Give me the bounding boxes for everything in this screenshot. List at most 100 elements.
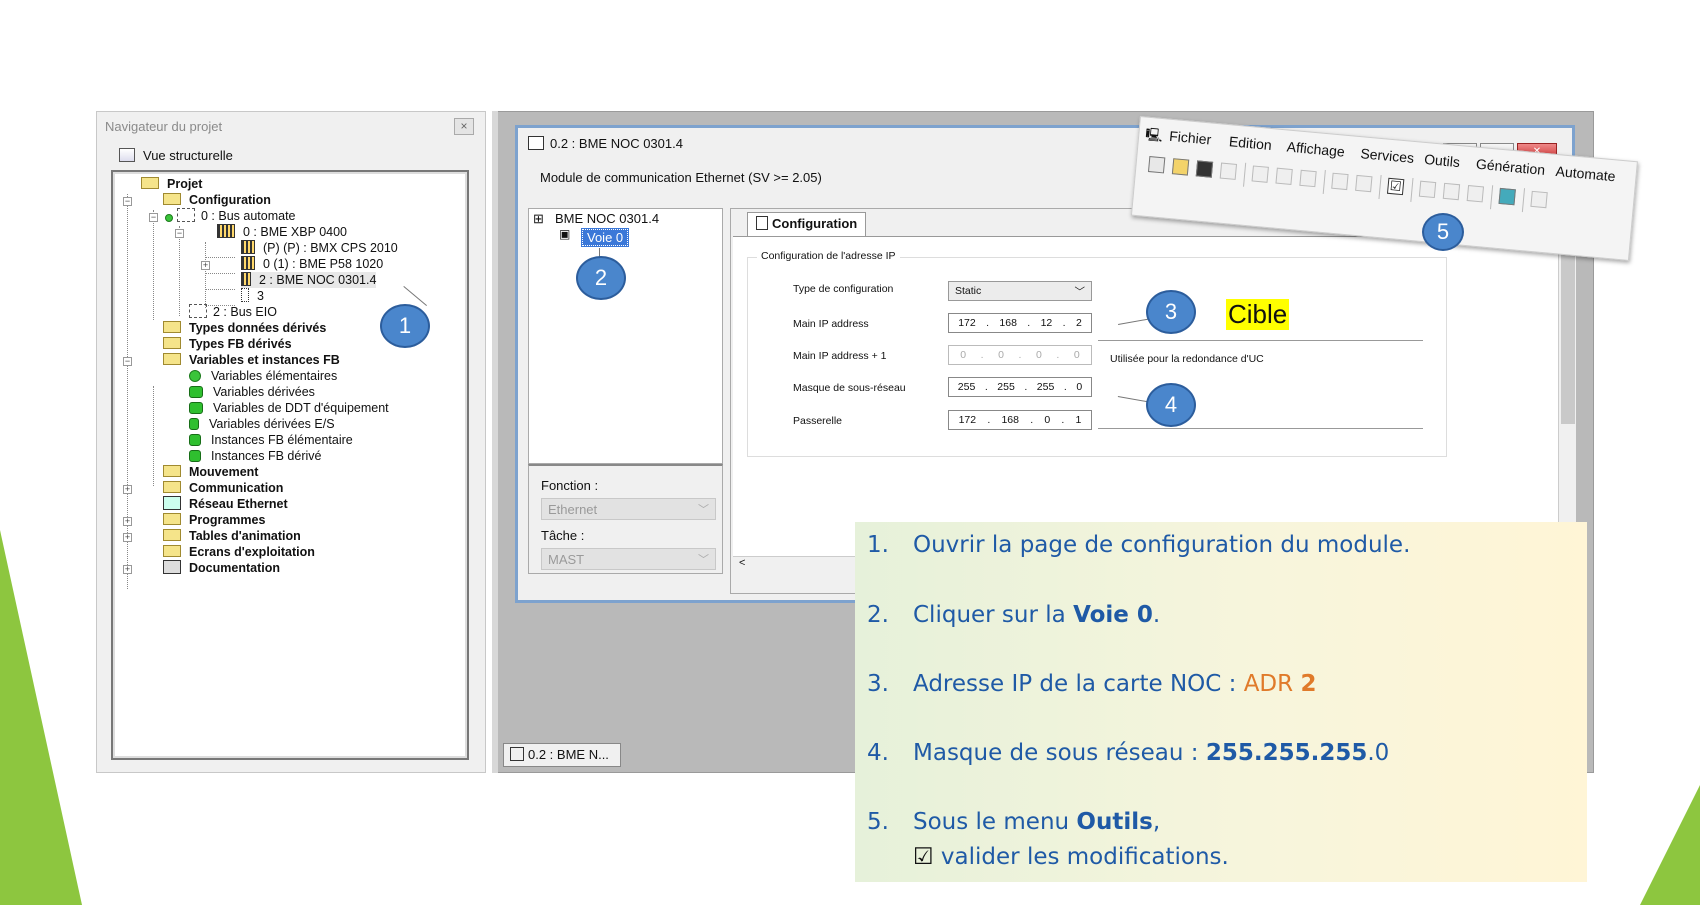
step-4: 4. Masque de sous réseau : 255.255.255.0 (867, 740, 1389, 766)
vertical-scrollbar[interactable]: ︿ (1558, 236, 1576, 526)
checkbox-icon: ☑ (913, 844, 934, 870)
tree-item-programmes[interactable]: Programmes (163, 512, 265, 528)
scroll-thumb[interactable] (1561, 254, 1575, 424)
tree-item-var-ddt[interactable]: Variables de DDT d'équipement (189, 400, 389, 416)
tree-item-bus-eio[interactable]: 2 : Bus EIO (189, 304, 277, 320)
build-icon[interactable] (1418, 180, 1437, 199)
configuration-body: Configuration de l'adresse IP Type de co… (733, 236, 1558, 556)
menu-outils[interactable]: Outils (1424, 151, 1461, 170)
validate-checkbox-icon[interactable]: ☑ (1386, 177, 1405, 196)
config-type-select[interactable]: Static ﹀ (948, 281, 1092, 301)
menu-affichage[interactable]: Affichage (1286, 138, 1345, 159)
paste-icon[interactable] (1299, 169, 1317, 188)
task-select[interactable]: MAST ﹀ (541, 548, 716, 570)
simulator-icon[interactable] (1498, 187, 1516, 206)
tree-item-noc[interactable]: 2 : BME NOC 0301.4 (241, 272, 377, 288)
tree-item-reseau[interactable]: Réseau Ethernet (163, 496, 288, 512)
function-pane: Fonction : Ethernet ﹀ Tâche : MAST ﹀ (528, 464, 723, 574)
channel-voie0[interactable]: Voie 0 (580, 228, 630, 247)
save-icon[interactable] (1195, 160, 1214, 178)
main-ip-field[interactable]: 172. 168. 12. 2 (948, 313, 1092, 333)
bottom-window-tab[interactable]: 0.2 : BME N... (503, 743, 621, 767)
collapse-icon[interactable]: − (123, 197, 132, 206)
redo-icon[interactable] (1355, 174, 1373, 193)
target-label: Cible (1226, 299, 1290, 330)
collapse-icon[interactable]: − (123, 357, 132, 366)
callout-5: 5 (1422, 213, 1464, 251)
subnet-mask-field[interactable]: 255. 255. 255. 0 (948, 377, 1092, 397)
undo-icon[interactable] (1331, 172, 1349, 191)
tree-item-projet[interactable]: Projet (141, 176, 202, 192)
project-tree[interactable]: Projet − Configuration − 0 : Bus automat… (111, 170, 469, 760)
step-3: 3. Adresse IP de la carte NOC : ADR 2 (867, 671, 1316, 697)
folder-icon (163, 337, 181, 349)
expand-icon[interactable]: + (123, 485, 132, 494)
folder-icon (163, 193, 181, 205)
expand-icon[interactable]: + (123, 517, 132, 526)
cut-icon[interactable] (1275, 167, 1293, 186)
tree-item-documentation[interactable]: Documentation (163, 560, 280, 576)
ip-dot: . (980, 349, 984, 361)
gateway-field[interactable]: 172. 168. 0. 1 (948, 410, 1092, 430)
chevron-down-icon: ﹀ (698, 554, 709, 566)
tree-item-configuration[interactable]: Configuration (163, 192, 271, 208)
ip-octet: 172 (958, 414, 977, 426)
callout-3: 3 (1146, 290, 1196, 334)
open-folder-icon[interactable] (1171, 158, 1190, 176)
module-tree-root[interactable]: BME NOC 0301.4 (555, 211, 659, 226)
ip-octet: 255 (957, 381, 976, 393)
expand-icon[interactable]: + (201, 261, 210, 270)
rebuild-icon[interactable] (1442, 182, 1461, 201)
tree-item-rack[interactable]: 0 : BME XBP 0400 (217, 224, 347, 240)
menu-services[interactable]: Services (1360, 145, 1415, 166)
menu-automate[interactable]: Automate (1555, 163, 1616, 184)
tree-item-mouvement[interactable]: Mouvement (163, 464, 258, 480)
tree-item-fb-deriv[interactable]: Instances FB dérivé (189, 448, 321, 464)
project-navigator: Navigateur du projet × Vue structurelle … (96, 111, 486, 773)
step-adr: ADR (1243, 671, 1301, 697)
tab-configuration[interactable]: Configuration (747, 212, 867, 236)
copy-icon[interactable] (1251, 165, 1269, 183)
expand-icon[interactable]: + (123, 533, 132, 542)
ip-dot: . (986, 317, 990, 329)
menu-fichier[interactable]: Fichier (1169, 128, 1212, 148)
tree-item-cpu[interactable]: 0 (1) : BME P58 1020 (241, 256, 383, 272)
tree-item-var-deriv[interactable]: Variables dérivées (189, 384, 315, 400)
structural-view-label[interactable]: Vue structurelle (119, 148, 233, 163)
tree-item-tables[interactable]: Tables d'animation (163, 528, 301, 544)
tree-item-variables[interactable]: Variables et instances FB (163, 352, 340, 368)
step-text: Adresse IP de la carte NOC : (913, 671, 1244, 697)
module-tree[interactable]: ⊞ BME NOC 0301.4 ▣ Voie 0 (528, 208, 723, 464)
print-icon[interactable] (1219, 162, 1238, 180)
tree-item-bus-automate[interactable]: 0 : Bus automate (165, 208, 296, 224)
ip-octet: 172 (958, 317, 976, 329)
function-select[interactable]: Ethernet ﹀ (541, 498, 716, 520)
scroll-left-icon[interactable]: < (739, 557, 745, 569)
tree-item-types-fb[interactable]: Types FB dérivés (163, 336, 292, 352)
tree-item-ecrans[interactable]: Ecrans d'exploitation (163, 544, 315, 560)
module-icon (241, 256, 255, 270)
app-icon: 🖳 (1144, 126, 1164, 144)
module-icon (510, 747, 524, 761)
ip-octet: 12 (1040, 317, 1053, 329)
analyze-icon[interactable] (1466, 185, 1485, 203)
tree-item-var-es[interactable]: Variables dérivées E/S (189, 416, 335, 432)
expand-icon[interactable]: + (123, 565, 132, 574)
menu-generation[interactable]: Génération (1475, 156, 1545, 178)
tree-item-types-donnees[interactable]: Types données dérivés (163, 320, 326, 336)
tree-item-slot-3[interactable]: 3 (241, 288, 264, 304)
workspace-splitter[interactable] (492, 111, 498, 773)
tree-item-communication[interactable]: Communication (163, 480, 283, 496)
new-file-icon[interactable] (1147, 156, 1166, 174)
step-emphasis: 255.255.255 (1205, 740, 1368, 766)
tree-item-cps[interactable]: (P) (P) : BMX CPS 2010 (241, 240, 398, 256)
menu-edition[interactable]: Edition (1228, 133, 1272, 153)
config-type-value: Static (955, 285, 982, 297)
transfer-icon[interactable] (1530, 190, 1548, 209)
tree-item-var-elem[interactable]: Variables élémentaires (189, 368, 337, 384)
navigator-close-button[interactable]: × (454, 118, 474, 135)
tree-item-fb-elem[interactable]: Instances FB élémentaire (189, 432, 353, 448)
collapse-icon[interactable]: − (175, 229, 184, 238)
module-tree-icon: ⊞ (533, 211, 544, 226)
collapse-icon[interactable]: − (149, 213, 158, 222)
